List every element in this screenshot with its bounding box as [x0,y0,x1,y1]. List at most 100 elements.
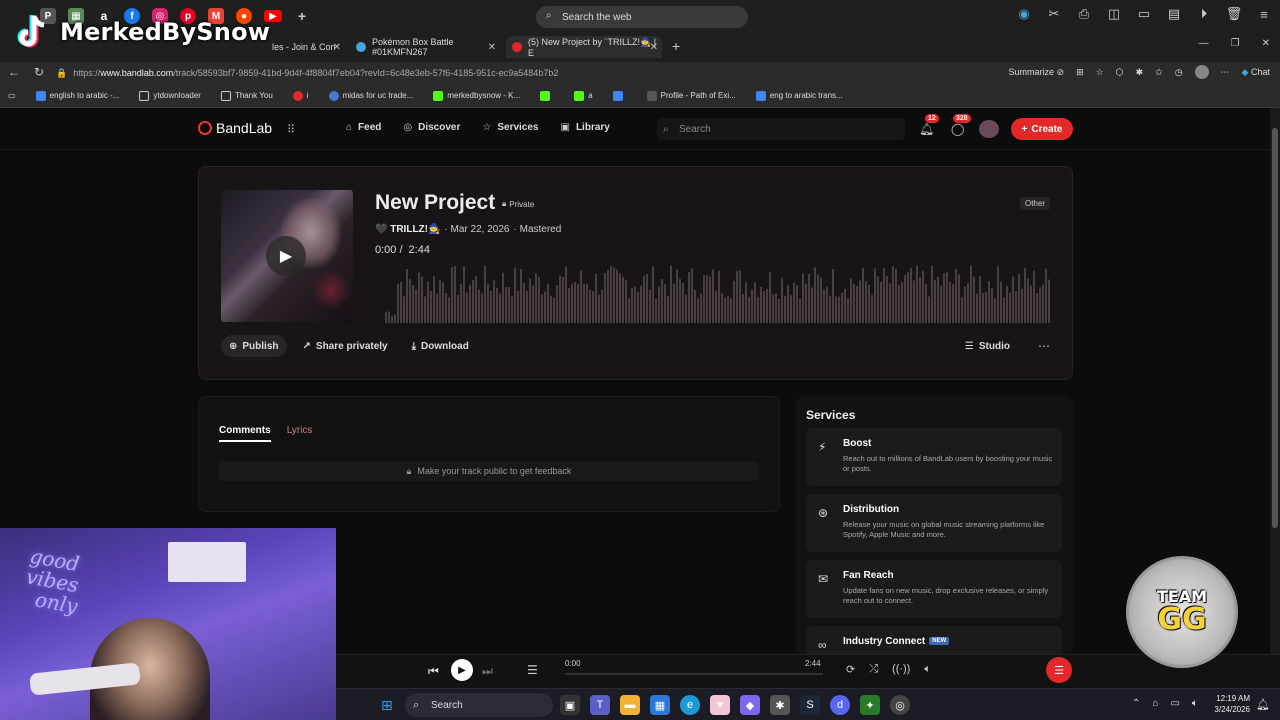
puzzle-icon[interactable]: ✱ [1136,67,1144,78]
player-menu-button[interactable]: ☰ [1046,657,1072,683]
bookmark-item[interactable]: merkedbysnow - K... [433,90,520,101]
windows-start-icon[interactable]: ⊞ [381,697,393,714]
favorite-star-icon[interactable]: ☆ [1096,67,1104,78]
discord-icon[interactable]: d [830,695,850,715]
close-icon[interactable]: ✕ [488,42,496,53]
close-icon[interactable]: ✕ [333,42,341,53]
bookmark-item[interactable]: a [574,90,593,101]
broadcast-icon[interactable]: ((·)) [892,663,910,676]
profile-avatar[interactable] [1194,65,1209,79]
publish-button[interactable]: ⊕ Publish [221,335,287,357]
bookmark-item[interactable] [540,90,554,101]
tab-bandlab[interactable]: (5) New Project by ¨TRILLZ!🧙 | E ✕ [506,36,662,58]
more-options-icon[interactable]: ⋯ [1038,339,1050,353]
bookmark-item[interactable]: Thank You [220,90,273,101]
nav-discover[interactable]: ◎ Discover [403,122,460,133]
more-icon[interactable]: ⋯ [1221,67,1230,78]
waveform[interactable] [385,263,1051,323]
file-explorer-icon[interactable]: ▬ [620,695,640,715]
split-icon[interactable]: ⊞ [1076,67,1084,78]
network-icon[interactable]: ⌂ [1152,698,1158,709]
trash-icon[interactable]: 🗑 [1226,6,1243,22]
queue-icon[interactable]: ☰ [527,663,538,677]
new-tab-icon[interactable]: + [294,8,310,24]
messages-icon[interactable]: ◯ [951,122,964,136]
bandlab-search-input[interactable]: ⌕ Search [657,118,905,140]
app-icon[interactable]: ✱ [770,695,790,715]
tab-lyrics[interactable]: Lyrics [287,425,313,442]
service-industry-connect[interactable]: ∞ Industry Connect NEW [806,626,1062,654]
hamburger-icon[interactable]: ≡ [1256,6,1272,22]
video-icon[interactable]: ▭ [1136,6,1152,22]
notification-center-icon[interactable]: 🔔︎ [1256,698,1270,711]
bookmark-item[interactable]: Profile - Path of Exi... [646,90,736,101]
bookmark-item[interactable]: midas for uc trade... [328,90,413,101]
bookmark-item[interactable]: i [292,90,309,101]
user-avatar[interactable] [979,120,999,138]
window-close-icon[interactable]: ✕ [1262,38,1270,49]
refresh-icon[interactable]: ↻ [34,65,44,79]
nav-services[interactable]: ☆ Services [482,122,538,133]
bookmark-item[interactable]: english to arabic -... [35,90,119,101]
genre-tag[interactable]: Other [1019,197,1050,210]
store-icon[interactable]: ▦ [650,695,670,715]
chat-button[interactable]: ◆ Chat [1242,67,1270,78]
share-privately-button[interactable]: ↗ Share privately [295,335,396,357]
app-icon[interactable]: ♥ [710,695,730,715]
previous-icon[interactable]: ⏮ [428,664,439,679]
restore-icon[interactable]: ❐ [1231,38,1240,49]
minimize-icon[interactable]: — [1199,38,1209,49]
extensions-icon[interactable]: ⬡ [1116,67,1124,78]
cover-play-button[interactable]: ▶ [266,236,306,276]
camera-icon[interactable]: ◫ [1106,6,1122,22]
service-fan-reach[interactable]: ✉ Fan Reach Update fans on new music, dr… [806,560,1062,618]
calendar-icon[interactable]: ▤ [1166,6,1182,22]
next-icon[interactable]: ⏭ [482,664,493,679]
summarize-button[interactable]: Summarize ⊘ [1009,67,1065,78]
nav-feed[interactable]: ⌂ Feed [346,122,381,133]
apps-grid-icon[interactable]: ⠿ [287,123,295,136]
speaker-icon[interactable]: 🔈︎ [1192,698,1198,709]
bookmark-item[interactable]: eng to arabic trans... [755,90,843,101]
track-cover-art[interactable]: ▶ [221,190,353,322]
page-scrollbar[interactable] [1270,108,1280,654]
artist-link[interactable]: 🖤 TRILLZ!🧙 [375,224,440,235]
play-circle-icon[interactable]: ⏵ [1196,6,1212,22]
url-field[interactable]: 🔒 https://www.bandlab.com/track/58593bf7… [56,64,956,82]
scrollbar-thumb[interactable] [1272,128,1278,528]
service-boost[interactable]: ⚡︎ Boost Reach out to millions of BandLa… [806,428,1062,486]
taskbar-clock[interactable]: 12:19 AM 3/24/2026 [1210,693,1250,715]
copilot-app-icon[interactable]: ◆ [740,695,760,715]
shuffle-icon[interactable]: ⤮ [869,663,878,676]
scissors-icon[interactable]: ✂ [1046,6,1062,22]
steam-icon[interactable]: S [800,695,820,715]
add-tab-icon[interactable]: + [672,38,680,54]
progress-bar[interactable] [565,673,823,675]
teams-icon[interactable]: T [590,695,610,715]
task-view-icon[interactable]: ▣ [560,695,580,715]
app-icon[interactable]: ✦ [860,695,880,715]
bookmark-item[interactable] [612,90,627,101]
studio-button[interactable]: ☰ Studio [957,335,1018,357]
volume-icon[interactable]: 🔈︎ [924,663,931,676]
back-icon[interactable]: ← [8,65,20,79]
favorites-icon[interactable]: ✩ [1155,67,1163,78]
nav-library[interactable]: ▣ Library [561,122,610,133]
tab-comments[interactable]: Comments [219,425,271,442]
chevron-up-icon[interactable]: ⌃ [1132,698,1140,709]
history-icon[interactable]: ◷ [1175,67,1183,78]
create-button[interactable]: + Create [1011,118,1073,140]
monitor-icon[interactable]: ▭ [1170,698,1179,709]
service-distribution[interactable]: ⊛ Distribution Release your music on glo… [806,494,1062,552]
edge-icon[interactable]: e [680,695,700,715]
bookmark-folder-icon[interactable]: ▭ [8,91,16,100]
repeat-icon[interactable]: ⟳ [846,663,855,676]
notifications-bell-icon[interactable]: 🔔︎ [919,122,934,136]
close-icon[interactable]: ✕ [650,42,658,53]
app-icon[interactable]: ◎ [890,695,910,715]
search-web-box[interactable]: ⌕ Search the web [536,6,748,28]
player-play-button[interactable]: ▶ [451,659,473,681]
bandlab-logo[interactable]: BandLab [198,120,272,136]
bookmark-item[interactable]: ytdownloader [139,90,201,101]
taskbar-search[interactable]: ⌕ Search [405,693,553,717]
